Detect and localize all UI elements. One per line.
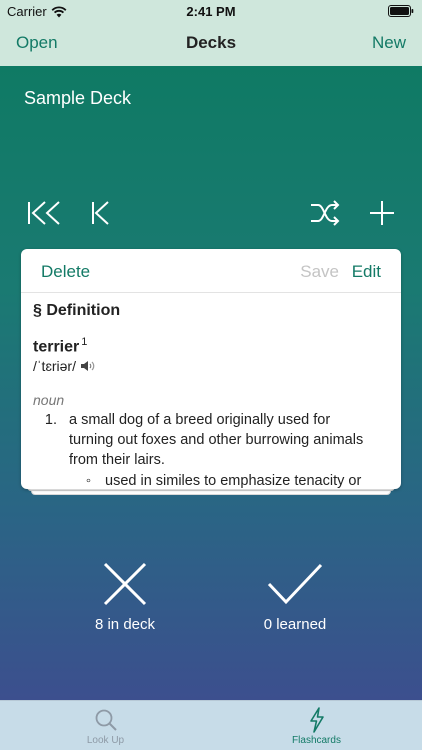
save-button[interactable]: Save <box>300 262 339 282</box>
delete-button[interactable]: Delete <box>41 262 90 282</box>
checkmark-icon <box>267 563 323 605</box>
status-bar: Carrier 2:41 PM <box>0 0 422 22</box>
flashcard-area: Sample Deck Delete Save Edit § Definitio… <box>0 66 422 700</box>
headword-text: terrier <box>33 338 80 356</box>
x-icon <box>103 562 147 606</box>
sense: 1. a small dog of a breed originally use… <box>33 410 389 470</box>
subsense-bullet: ◦ <box>85 473 91 489</box>
tab-flashcards[interactable]: Flashcards <box>211 701 422 750</box>
sense-number: 1. <box>44 412 57 429</box>
deck-name: Sample Deck <box>24 88 132 108</box>
sense-text: a small dog of a breed originally used f… <box>69 412 364 469</box>
skip-to-start-icon <box>28 201 60 225</box>
lightning-icon <box>309 707 324 733</box>
plus-icon <box>370 201 394 225</box>
new-button[interactable]: New <box>372 33 406 53</box>
navigation-bar: Open Decks New <box>0 22 422 66</box>
shuffle-button[interactable] <box>307 197 343 229</box>
section-heading: § Definition <box>33 302 121 319</box>
headword: terrier 1 <box>33 336 389 356</box>
status-time: 2:41 PM <box>186 4 236 19</box>
speaker-icon[interactable] <box>80 360 96 372</box>
shuffle-icon <box>311 200 340 226</box>
skip-to-start-button[interactable] <box>26 197 62 229</box>
pronunciation: /ˈtɛriər/ <box>33 358 389 374</box>
part-of-speech: noun <box>33 392 65 409</box>
definition-content[interactable]: § Definition terrier 1 /ˈtɛriər/ noun 1. … <box>21 294 401 489</box>
add-card-button[interactable] <box>364 197 400 229</box>
pronunciation-text: /ˈtɛriər/ <box>33 358 76 375</box>
previous-card-button[interactable] <box>82 197 118 229</box>
in-deck-count: 8 in deck <box>94 616 156 633</box>
reject-button[interactable]: 8 in deck <box>55 562 195 633</box>
tab-look-up[interactable]: Look Up <box>0 701 211 750</box>
subsense: ◦ used in similes to emphasize tenacity … <box>33 471 389 489</box>
magnifier-icon <box>95 709 117 731</box>
subsense-text: used in similes to emphasize tenacity or <box>105 473 362 489</box>
card-toolbar: Delete Save Edit <box>21 249 401 293</box>
learned-count: 0 learned <box>263 616 327 633</box>
accept-button[interactable]: 0 learned <box>225 562 365 633</box>
page-title: Decks <box>185 33 237 52</box>
flashcard[interactable]: Delete Save Edit § Definition terrier 1 /… <box>21 249 401 489</box>
tab-bar: Look Up Flashcards <box>0 700 422 750</box>
previous-icon <box>92 201 109 225</box>
homograph-number: 1 <box>81 336 88 348</box>
tab-look-up-label: Look Up <box>86 735 125 746</box>
tab-flashcards-label: Flashcards <box>292 735 341 746</box>
edit-button[interactable]: Edit <box>352 262 381 282</box>
battery-icon <box>388 5 414 20</box>
